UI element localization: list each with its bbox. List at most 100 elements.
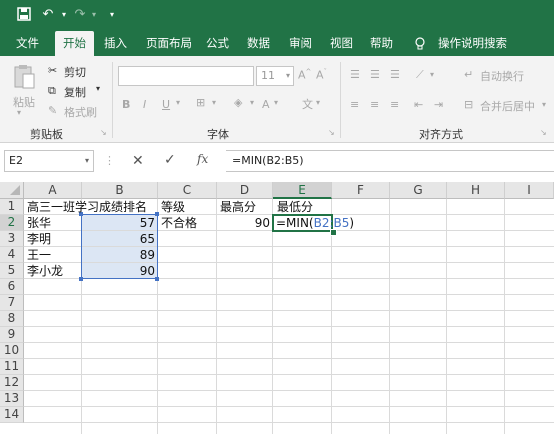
cut-button[interactable]: 剪切 bbox=[64, 64, 86, 80]
fill-color-icon[interactable]: ◈ bbox=[234, 96, 242, 109]
merge-center-button[interactable]: 合并后居中 bbox=[480, 98, 535, 114]
underline-icon[interactable]: U bbox=[162, 98, 170, 111]
format-painter-button[interactable]: 格式刷 bbox=[64, 104, 97, 120]
row-header-13[interactable]: 13 bbox=[0, 391, 24, 407]
row-header-7[interactable]: 7 bbox=[0, 295, 24, 311]
font-size-dropdown-icon[interactable]: ▾ bbox=[286, 67, 290, 85]
confirm-entry-icon[interactable]: ✓ bbox=[164, 152, 176, 168]
font-color-dropdown-icon[interactable]: ▾ bbox=[274, 98, 278, 107]
lightbulb-icon[interactable] bbox=[414, 30, 426, 56]
cell-d1[interactable]: 最高分 bbox=[220, 199, 256, 215]
column-header-a[interactable]: A bbox=[24, 182, 82, 199]
cell-a5[interactable]: 李小龙 bbox=[27, 263, 63, 279]
copy-dropdown-icon[interactable]: ▾ bbox=[96, 84, 100, 93]
row-header-3[interactable]: 3 bbox=[0, 231, 24, 247]
wrap-text-button[interactable]: 自动换行 bbox=[480, 68, 524, 84]
paste-icon[interactable] bbox=[12, 64, 36, 90]
insert-function-icon[interactable]: fx bbox=[197, 152, 208, 166]
format-painter-icon[interactable]: ✎ bbox=[48, 104, 57, 117]
orientation-dropdown-icon[interactable]: ▾ bbox=[430, 70, 434, 79]
redo-dropdown-icon[interactable]: ▾ bbox=[86, 7, 102, 23]
decrease-font-icon[interactable]: Aˇ bbox=[316, 68, 327, 82]
align-center-icon[interactable]: ≡ bbox=[370, 98, 379, 111]
row-header-11[interactable]: 11 bbox=[0, 359, 24, 375]
bold-icon[interactable]: B bbox=[122, 98, 130, 111]
align-top-icon[interactable]: ☰ bbox=[350, 68, 360, 81]
font-name-select[interactable] bbox=[118, 66, 254, 86]
select-all-corner[interactable] bbox=[0, 182, 24, 199]
italic-icon[interactable]: I bbox=[143, 98, 146, 111]
cell-d2[interactable]: 90 bbox=[217, 215, 270, 231]
cell-e1[interactable]: 最低分 bbox=[277, 199, 313, 215]
range-handle[interactable] bbox=[155, 212, 159, 216]
tab-file[interactable]: 文件 bbox=[16, 30, 39, 56]
increase-indent-icon[interactable]: ⇥ bbox=[434, 98, 443, 111]
row-header-5[interactable]: 5 bbox=[0, 263, 24, 279]
column-header-f[interactable]: F bbox=[332, 182, 390, 199]
tab-insert[interactable]: 插入 bbox=[104, 30, 127, 56]
tab-home[interactable]: 开始 bbox=[55, 31, 94, 56]
column-header-b[interactable]: B bbox=[82, 182, 158, 199]
phonetic-dropdown-icon[interactable]: ▾ bbox=[316, 98, 320, 107]
row-header-12[interactable]: 12 bbox=[0, 375, 24, 391]
tab-data[interactable]: 数据 bbox=[247, 30, 270, 56]
cell-c1[interactable]: 等级 bbox=[161, 199, 185, 215]
name-box[interactable]: E2 ▾ bbox=[4, 150, 94, 172]
fill-color-dropdown-icon[interactable]: ▾ bbox=[250, 98, 254, 107]
customize-qat-icon[interactable]: ▾ bbox=[104, 7, 120, 23]
cell-a3[interactable]: 李明 bbox=[27, 231, 51, 247]
tab-review[interactable]: 审阅 bbox=[289, 30, 312, 56]
copy-button[interactable]: 复制 bbox=[64, 84, 86, 100]
copy-icon[interactable]: ⧉ bbox=[48, 84, 56, 98]
column-header-h[interactable]: H bbox=[447, 182, 505, 199]
merge-dropdown-icon[interactable]: ▾ bbox=[542, 100, 546, 109]
tab-page-layout[interactable]: 页面布局 bbox=[146, 30, 192, 56]
row-header-1[interactable]: 1 bbox=[0, 199, 24, 215]
alignment-launcher-icon[interactable]: ↘ bbox=[540, 128, 547, 137]
cell-e2[interactable]: =MIN(B2:B5) bbox=[276, 215, 354, 231]
row-header-4[interactable]: 4 bbox=[0, 247, 24, 263]
undo-dropdown-icon[interactable]: ▾ bbox=[56, 7, 72, 23]
tab-help[interactable]: 帮助 bbox=[370, 30, 393, 56]
phonetic-icon[interactable]: 文 bbox=[302, 96, 313, 112]
align-left-icon[interactable]: ≡ bbox=[350, 98, 359, 111]
wrap-text-icon[interactable]: ↵ bbox=[464, 68, 473, 81]
cancel-entry-icon[interactable]: ✕ bbox=[132, 153, 144, 169]
cell-b3[interactable]: 65 bbox=[82, 231, 155, 247]
formula-input[interactable]: =MIN(B2:B5) bbox=[226, 150, 554, 172]
cell-a2[interactable]: 张华 bbox=[27, 215, 51, 231]
row-header-14[interactable]: 14 bbox=[0, 407, 24, 423]
orientation-icon[interactable]: ⟋ bbox=[416, 68, 424, 82]
range-handle[interactable] bbox=[155, 277, 159, 281]
align-bottom-icon[interactable]: ☰ bbox=[390, 68, 400, 81]
font-launcher-icon[interactable]: ↘ bbox=[328, 128, 335, 137]
row-header-10[interactable]: 10 bbox=[0, 343, 24, 359]
cell-a1[interactable]: 高三一班学习成绩排名 bbox=[27, 199, 147, 215]
row-header-2[interactable]: 2 bbox=[0, 215, 24, 231]
cut-icon[interactable]: ✂ bbox=[48, 64, 57, 77]
font-size-select[interactable]: 11 ▾ bbox=[256, 66, 294, 86]
row-header-6[interactable]: 6 bbox=[0, 279, 24, 295]
tab-view[interactable]: 视图 bbox=[330, 30, 353, 56]
column-header-g[interactable]: G bbox=[390, 182, 447, 199]
align-middle-icon[interactable]: ☰ bbox=[370, 68, 380, 81]
cell-c2[interactable]: 不合格 bbox=[161, 215, 197, 231]
increase-font-icon[interactable]: A^ bbox=[298, 68, 311, 82]
undo-icon[interactable]: ↶ bbox=[40, 7, 56, 23]
align-right-icon[interactable]: ≡ bbox=[390, 98, 399, 111]
save-icon[interactable] bbox=[16, 7, 32, 23]
borders-icon[interactable]: ⊞ bbox=[196, 96, 205, 109]
tell-me-search[interactable]: 操作说明搜索 bbox=[438, 30, 507, 56]
cell-b4[interactable]: 89 bbox=[82, 247, 155, 263]
row-header-8[interactable]: 8 bbox=[0, 311, 24, 327]
underline-dropdown-icon[interactable]: ▾ bbox=[176, 98, 180, 107]
formula-bar-grip-icon[interactable]: ⋮ bbox=[104, 154, 115, 167]
paste-dropdown-icon[interactable]: ▾ bbox=[17, 108, 21, 117]
column-header-d[interactable]: D bbox=[217, 182, 273, 199]
row-header-9[interactable]: 9 bbox=[0, 327, 24, 343]
decrease-indent-icon[interactable]: ⇤ bbox=[414, 98, 423, 111]
merge-center-icon[interactable]: ⊟ bbox=[464, 98, 473, 111]
cell-a4[interactable]: 王一 bbox=[27, 247, 51, 263]
column-header-e[interactable]: E bbox=[273, 182, 332, 199]
cell-b5[interactable]: 90 bbox=[82, 263, 155, 279]
